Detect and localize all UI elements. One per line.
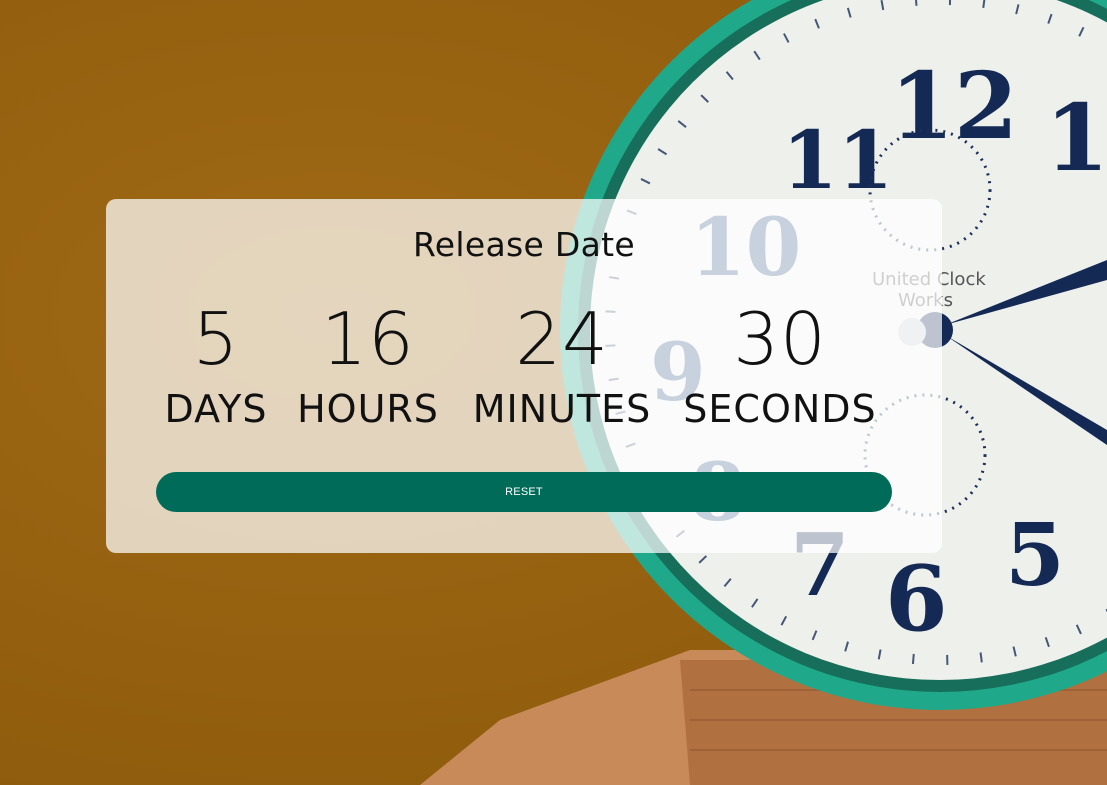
countdown-days: 5 DAYS (160, 294, 272, 434)
svg-text:6: 6 (885, 546, 948, 652)
days-value: 5 (192, 297, 240, 381)
svg-text:5: 5 (1005, 505, 1065, 606)
countdown-timer: 5 DAYS 16 HOURS 24 MINUTES 30 SECONDS (106, 294, 942, 434)
seconds-label: SECONDS (683, 387, 877, 431)
numeral-12: 12 (890, 52, 1018, 160)
countdown-hours: 16 HOURS (292, 294, 444, 434)
countdown-seconds: 30 SECONDS (678, 294, 882, 434)
countdown-minutes: 24 MINUTES (466, 294, 658, 434)
hours-label: HOURS (297, 387, 439, 431)
countdown-card: Release Date 5 DAYS 16 HOURS 24 MINUTES … (106, 199, 942, 553)
svg-text:11: 11 (782, 113, 893, 207)
minutes-value: 24 (515, 297, 609, 381)
minutes-label: MINUTES (472, 387, 652, 431)
hours-value: 16 (321, 297, 415, 381)
svg-text:1: 1 (1045, 84, 1107, 192)
reset-button[interactable]: RESET (156, 472, 892, 512)
page-title: Release Date (413, 225, 635, 264)
seconds-value: 30 (733, 297, 827, 381)
days-label: DAYS (164, 387, 268, 431)
